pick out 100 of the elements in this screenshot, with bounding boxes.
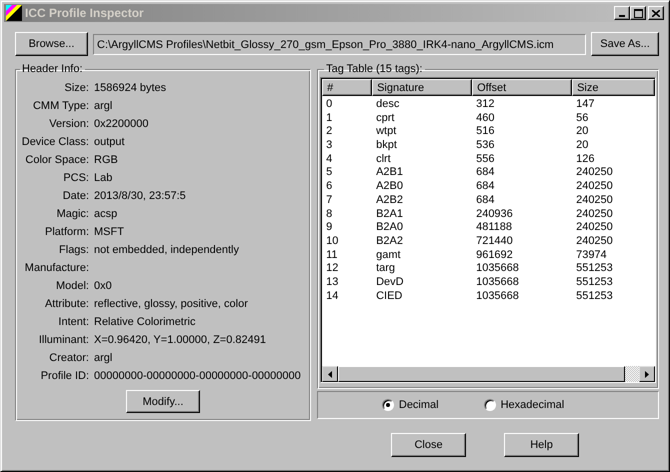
table-cell-text: 721440 [475, 234, 514, 249]
field-label: Model: [54, 279, 89, 294]
radio-option[interactable]: Decimal [382, 399, 439, 411]
table-cell-text: 11 [325, 248, 338, 262]
column-header[interactable]: Signature [372, 79, 472, 96]
table-cell-text: 240250 [575, 208, 614, 222]
field-value: 0x2200000 [94, 117, 150, 132]
maximize-button[interactable] [630, 6, 646, 20]
table-cell-text: 240250 [575, 194, 614, 208]
table-cell-text: B2A2 [375, 234, 404, 249]
table-cell-text: 240250 [575, 166, 614, 180]
column-header[interactable]: Size [572, 79, 655, 96]
table-cell-text: targ [375, 262, 396, 276]
field-value: output [94, 135, 126, 150]
table-cell-text: A2B0 [375, 180, 404, 194]
scroll-right-icon[interactable] [639, 366, 655, 382]
dialog-button[interactable]: Close [391, 433, 466, 457]
field-label: Size: [64, 81, 89, 96]
table-cell-text: 536 [475, 139, 496, 153]
dialog-button[interactable]: Help [504, 433, 579, 457]
field-label: Profile ID: [40, 369, 89, 384]
table-cell-text: 4 [325, 152, 334, 166]
field-value: 1586924 bytes [94, 81, 168, 96]
scroll-track[interactable] [625, 366, 639, 382]
table-cell-text: 240250 [575, 234, 614, 249]
table-cell-text: 551253 [575, 290, 614, 304]
modify-button[interactable]: Modify... [126, 390, 200, 413]
field-value: argl [94, 351, 114, 366]
table-cell-text: 312 [475, 98, 496, 112]
field-label: Intent: [57, 315, 89, 330]
table-cell-text: 551253 [575, 276, 614, 290]
table-cell-text: 1035668 [475, 276, 520, 290]
maximize-icon [634, 8, 642, 18]
table-cell-text: 73974 [575, 248, 608, 262]
table-cell-text: 12 [325, 262, 340, 276]
field-label: Date: [62, 189, 89, 204]
field-label: Attribute: [44, 297, 89, 312]
field-value: argl [94, 99, 114, 114]
table-cell-text: 20 [575, 125, 590, 140]
table-cell-text: gamt [375, 248, 402, 262]
column-header[interactable]: # [322, 79, 372, 96]
table-cell-text: cprt [375, 112, 396, 126]
table-cell-text: 240250 [575, 221, 614, 235]
table-cell-text: 2 [325, 125, 334, 140]
group-title: Tag Table (15 tags): [325, 63, 424, 75]
table-cell-text: 556 [475, 152, 496, 166]
table-cell-text: 8 [325, 208, 334, 222]
file-path-field[interactable]: C:\ArgyllCMS Profiles\Netbit_Glossy_270_gsm_Epson_Pro_3880_IRK4-nano_ArgyllCMS.icm [93, 34, 586, 54]
table-cell-text: 13 [325, 276, 340, 290]
table-cell-text: 1035668 [475, 262, 520, 276]
table-cell-text: 516 [475, 125, 496, 140]
table-cell-text: 684 [475, 166, 496, 180]
table-cell-text: 10 [325, 234, 340, 249]
radio-icon[interactable] [484, 399, 496, 411]
field-value: 00000000-00000000-00000000-00000000 [94, 369, 302, 384]
table-cell-text: 126 [575, 152, 596, 166]
scroll-left-icon[interactable] [322, 366, 338, 382]
table-cell-text: 240250 [575, 180, 614, 194]
save-as-button[interactable]: Save As... [591, 32, 659, 56]
field-value: X=0.96420, Y=1.00000, Z=0.82491 [94, 333, 267, 348]
table-cell-text: A2B1 [375, 166, 404, 180]
radio-option[interactable]: Hexadecimal [484, 399, 564, 411]
field-label: Flags: [58, 243, 89, 258]
field-value: acsp [94, 207, 118, 222]
table-cell-text: 147 [575, 98, 596, 112]
table-cell-text: 1 [325, 112, 334, 126]
table-cell-text: 551253 [575, 262, 614, 276]
field-value: Lab [94, 171, 114, 186]
table-cell-text: A2B2 [375, 194, 404, 208]
column-header[interactable]: Offset [472, 79, 572, 96]
table-cell-text: DevD [375, 276, 405, 290]
table-cell-text: wtpt [375, 125, 398, 140]
table-cell-text: 460 [475, 112, 496, 126]
close-icon [652, 10, 660, 16]
radio-label[interactable]: Hexadecimal [500, 399, 564, 411]
browse-button[interactable]: Browse... [15, 32, 88, 56]
table-cell-text: 14 [325, 290, 340, 304]
minimize-button[interactable] [614, 6, 630, 20]
table-cell-text: 6 [325, 180, 334, 194]
color-triangles-icon [6, 5, 22, 21]
field-value: RGB [94, 153, 119, 168]
radio-label[interactable]: Decimal [398, 399, 439, 411]
field-value: 2013/8/30, 23:57:5 [94, 189, 187, 204]
table-cell-text: 3 [325, 139, 334, 153]
close-button[interactable] [648, 6, 664, 20]
table-cell-text: 481188 [475, 221, 513, 235]
radio-icon[interactable] [382, 399, 394, 411]
table-cell-text: 7 [325, 194, 334, 208]
table-cell-text: CIED [375, 290, 404, 304]
table-cell-text: 9 [325, 221, 334, 235]
field-value: 0x0 [94, 279, 113, 294]
field-label: PCS: [62, 171, 89, 186]
field-value: Relative Colorimetric [94, 315, 196, 330]
table-cell-text: 56 [575, 112, 590, 126]
table-cell-text: B2A1 [375, 208, 404, 222]
group-title: Header Info: [21, 63, 84, 75]
field-label: Version: [48, 117, 89, 132]
table-cell-text: 240936 [475, 208, 514, 222]
field-label: Magic: [56, 207, 89, 222]
window-title: ICC Profile Inspector [25, 6, 145, 20]
